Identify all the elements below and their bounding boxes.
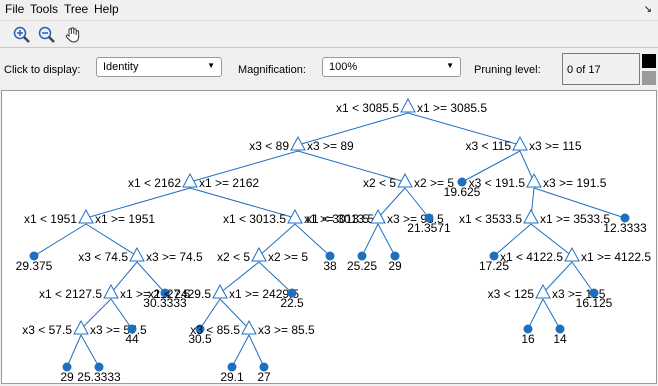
controls-panel: Click to display: Identity ▼ Magnificati… <box>0 48 658 90</box>
split-rule-right: x1 >= 3533.5 <box>540 212 610 226</box>
split-rule-left: x3 < 89 <box>249 139 289 153</box>
split-rule-left: x1 < 2429.5 <box>148 287 211 301</box>
split-rule-left: x1 < 2127.5 <box>39 287 102 301</box>
split-rule-left: x1 < 2162 <box>128 176 181 190</box>
split-rule-left: x1 < 1951 <box>24 212 77 226</box>
leaf-value: 27 <box>257 370 271 384</box>
split-rule-left: x2 < 5 <box>363 176 396 190</box>
pruning-level-value: 0 of 17 <box>567 64 601 76</box>
split-rule-left: x3 < 115 <box>466 139 512 153</box>
leaf-value: 16.125 <box>576 296 613 310</box>
split-rule-left: x3 < 57.5 <box>22 323 72 337</box>
split-rule-right: x1 >= 3085.5 <box>417 101 487 115</box>
split-rule-left: x1 < 3085.5 <box>336 101 399 115</box>
split-rule-left: x3 < 125 <box>488 287 535 301</box>
display-value: Identity <box>103 61 139 73</box>
dock-arrow-icon[interactable]: ↘ <box>644 4 652 15</box>
branch-node-triangle <box>535 283 551 299</box>
tree-edge <box>361 223 379 257</box>
split-rule-right: x3 >= 191.5 <box>543 176 607 190</box>
split-rule-left: x1 < 3013.5 <box>223 212 286 226</box>
branch-node-triangle <box>523 208 539 224</box>
leaf-value: 29.1 <box>220 370 244 384</box>
tree-edge <box>231 334 250 368</box>
tree-edge <box>248 334 265 368</box>
prune-decrease-button[interactable] <box>642 71 656 85</box>
leaf-value: 29.375 <box>16 259 53 273</box>
magnification-label: Magnification: <box>238 64 306 76</box>
split-rule-right: x3 >= 89 <box>307 139 354 153</box>
menu-file[interactable]: File <box>5 2 24 16</box>
hand-pan-icon[interactable] <box>63 25 83 45</box>
leaf-value: 29 <box>60 370 74 384</box>
toolbar <box>0 20 658 48</box>
split-rule-right: x2 >= 5 <box>268 250 308 264</box>
tree-canvas: x1 < 3085.5 x1 >= 3085.5 x3 < 89 x3 >= 89 x3… <box>1 90 657 384</box>
branch-node-triangle <box>400 97 416 113</box>
split-rule-right: x1 >= 1951 <box>95 212 155 226</box>
display-label: Click to display: <box>4 64 81 76</box>
leaf-value: 29 <box>388 259 402 273</box>
pruning-label: Pruning level: <box>474 64 541 76</box>
split-rule-left: x3 < 74.5 <box>78 250 128 264</box>
leaf-value: 38 <box>323 259 337 273</box>
split-rule-right: x3 >= 115 <box>529 139 582 153</box>
branch-node-triangle <box>564 246 580 262</box>
menu-bar: File Tools Tree Help ↘ <box>0 0 658 20</box>
branch-node-triangle <box>526 172 542 188</box>
tree-edge <box>542 298 561 330</box>
branch-node-triangle <box>212 283 228 299</box>
branch-node-triangle <box>251 246 267 262</box>
split-rule-left: x2 < 5 <box>217 250 250 264</box>
split-rule-right: x3 >= 85.5 <box>258 323 315 337</box>
leaf-value: 12.3333 <box>603 221 647 235</box>
tree-edge <box>377 223 396 257</box>
pruning-level-field[interactable]: 0 of 17 <box>562 53 640 85</box>
branch-node-triangle <box>129 246 145 262</box>
split-rule-right: x1 >= 4122.5 <box>581 250 651 264</box>
leaf-value: 25.3333 <box>77 370 121 384</box>
split-rule-left: x1 < 3533.5 <box>459 212 522 226</box>
chevron-down-icon: ▼ <box>207 61 215 70</box>
split-rule-left: x1 < 3013.5 <box>306 212 369 226</box>
menu-tools[interactable]: Tools <box>30 2 58 16</box>
split-rule-left: x3 < 85.5 <box>190 323 240 337</box>
chevron-down-icon: ▼ <box>446 61 454 70</box>
prune-increase-button[interactable] <box>642 54 656 68</box>
magnification-select[interactable]: 100% ▼ <box>322 57 461 77</box>
tree-edge <box>66 334 82 368</box>
branch-node-triangle <box>241 319 257 335</box>
zoom-out-icon[interactable] <box>37 25 57 45</box>
leaf-value: 14 <box>553 332 567 346</box>
branch-node-triangle <box>73 319 89 335</box>
leaf-value: 19.625 <box>444 185 481 199</box>
menu-tree[interactable]: Tree <box>64 2 88 16</box>
split-rule-left: x1 < 4122.5 <box>500 250 563 264</box>
tree-edge <box>527 298 544 330</box>
split-rule-right: x1 >= 2162 <box>199 176 259 190</box>
leaf-value: 21.3571 <box>407 221 451 235</box>
tree-diagram: x1 < 3085.5 x1 >= 3085.5 x3 < 89 x3 >= 89 x3… <box>16 97 651 384</box>
leaf-value: 22.5 <box>280 296 304 310</box>
tree-edge <box>80 334 100 368</box>
display-select[interactable]: Identity ▼ <box>96 57 222 77</box>
menu-help[interactable]: Help <box>94 2 119 16</box>
leaf-value: 44 <box>125 332 139 346</box>
leaf-value: 16 <box>521 332 535 346</box>
zoom-in-icon[interactable] <box>12 25 32 45</box>
magnification-value: 100% <box>329 61 358 73</box>
split-rule-right: x3 >= 74.5 <box>146 250 203 264</box>
leaf-value: 25.25 <box>347 259 377 273</box>
